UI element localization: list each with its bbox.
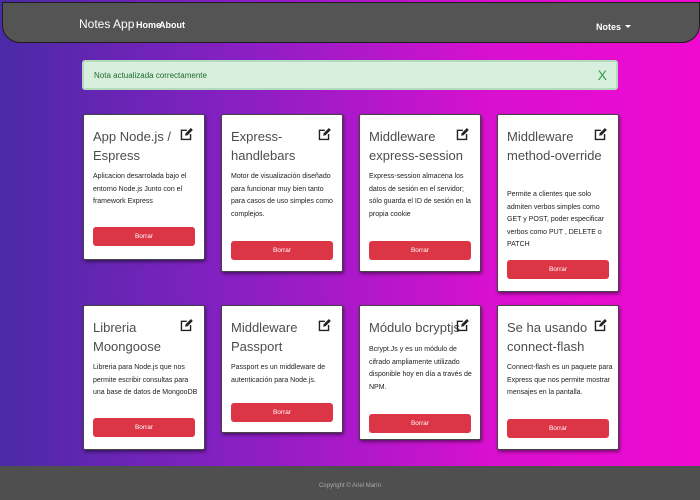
alert-close-button[interactable]: X [598, 67, 607, 83]
note-title: Middleware express-session [369, 129, 463, 163]
note-description: Motor de visualización diseñado para fun… [231, 173, 333, 218]
delete-button[interactable]: Borrar [231, 403, 333, 422]
delete-button[interactable]: Borrar [507, 260, 609, 279]
nav-about-link[interactable]: About [159, 20, 185, 30]
note-title: Express-handlebars [231, 129, 296, 163]
note-card: Módulo bcryptjs Bcrypt.Js y es un módulo… [359, 305, 481, 440]
navbar: Notes App Home About Notes [2, 2, 700, 43]
footer: Copyright © Ariel Marín [0, 466, 700, 500]
delete-button[interactable]: Borrar [93, 227, 195, 246]
note-description: Passport es un middleware de autenticaci… [231, 364, 326, 384]
note-description: Express-session almacena los datos de se… [369, 173, 471, 218]
edit-icon[interactable] [455, 318, 469, 332]
edit-icon[interactable] [317, 127, 331, 141]
edit-icon[interactable] [455, 127, 469, 141]
delete-button[interactable]: Borrar [93, 418, 195, 437]
notes-dropdown-label: Notes [596, 22, 622, 32]
notes-dropdown[interactable]: Notes [596, 22, 632, 32]
brand-link[interactable]: Notes App [79, 17, 134, 31]
nav-home-link[interactable]: Home [136, 20, 161, 30]
note-title: Libreria Moongoose [93, 320, 161, 354]
note-description: Libreria para Node.js que nos permite es… [93, 364, 198, 396]
note-card: Express-handlebars Motor de visualizació… [221, 114, 343, 272]
delete-button[interactable]: Borrar [507, 419, 609, 438]
edit-icon[interactable] [593, 318, 607, 332]
delete-button[interactable]: Borrar [231, 241, 333, 260]
note-card: Middleware method-override Permite a cli… [497, 114, 619, 292]
note-title: Middleware method-override [507, 129, 602, 163]
success-alert: Nota actualizada correctamente X [82, 60, 618, 90]
note-card: Middleware express-session Express-sessi… [359, 114, 481, 272]
note-title: Middleware Passport [231, 320, 298, 354]
edit-icon[interactable] [593, 127, 607, 141]
note-title: Se ha usando connect-flash [507, 320, 588, 354]
caret-down-icon [625, 25, 632, 28]
alert-message: Nota actualizada correctamente [94, 71, 207, 80]
note-title: App Node.js / Espress [93, 129, 172, 163]
note-card: App Node.js / Espress Aplicacion desarro… [83, 114, 205, 260]
edit-icon[interactable] [179, 127, 193, 141]
note-description: Permite a clientes que solo admiten verb… [507, 191, 605, 248]
note-card: Libreria Moongoose Libreria para Node.js… [83, 305, 205, 450]
note-card: Middleware Passport Passport es un middl… [221, 305, 343, 433]
note-description: Connect-flash es un paquete para Express… [507, 364, 613, 396]
edit-icon[interactable] [317, 318, 331, 332]
note-card: Se ha usando connect-flash Connect-flash… [497, 305, 619, 450]
footer-copyright: Copyright © Ariel Marín [318, 483, 382, 489]
note-description: Bcrypt.Js y es un módulo de cifrado ampl… [369, 346, 472, 391]
delete-button[interactable]: Borrar [369, 241, 471, 260]
note-title: Módulo bcryptjs [369, 320, 461, 335]
edit-icon[interactable] [179, 318, 193, 332]
note-description: Aplicacion desarrolada bajo el entorno N… [93, 173, 187, 205]
delete-button[interactable]: Borrar [369, 414, 471, 433]
